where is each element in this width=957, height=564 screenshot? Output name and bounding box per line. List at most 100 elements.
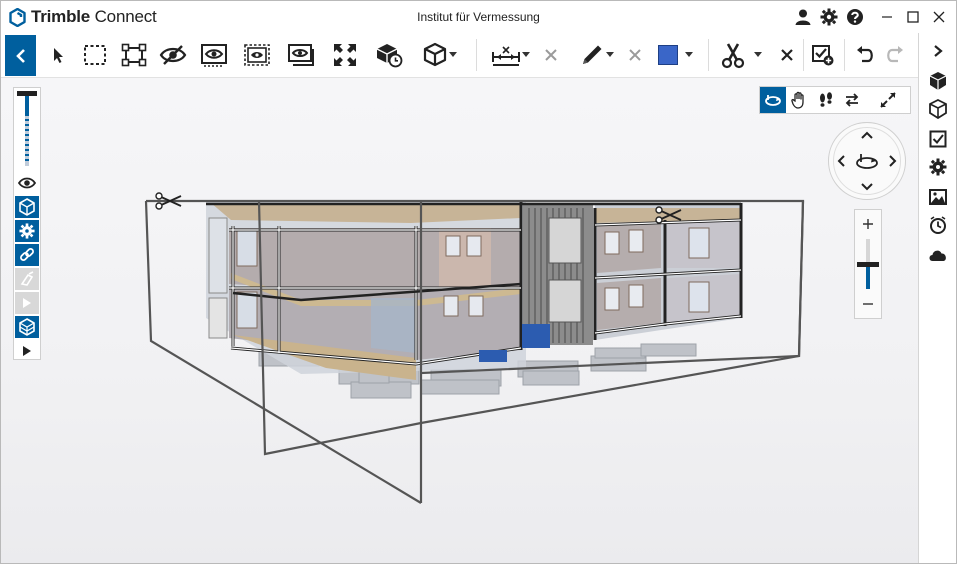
layers-3d-button[interactable] xyxy=(15,316,39,338)
expand-arrows-icon xyxy=(334,44,356,66)
eye-dashed-box-icon xyxy=(244,44,270,66)
left-tool-palette xyxy=(13,87,41,360)
checklist-add-icon xyxy=(812,45,834,66)
fullscreen-icon xyxy=(879,92,896,108)
clear-clip-button[interactable] xyxy=(777,39,797,71)
orbit-down-button[interactable] xyxy=(858,178,876,196)
undo-button[interactable] xyxy=(851,39,879,71)
orientation-button[interactable] xyxy=(373,39,405,71)
pan-mode-button[interactable] xyxy=(786,87,812,113)
minimize-icon[interactable] xyxy=(874,6,900,28)
models-button[interactable] xyxy=(923,95,953,123)
measure-icon xyxy=(492,46,520,66)
show-all-button[interactable] xyxy=(241,39,273,71)
eye-icon xyxy=(18,177,36,189)
select-button[interactable] xyxy=(46,39,70,71)
orbit-center-button[interactable] xyxy=(855,149,879,173)
clear-measure-button[interactable] xyxy=(541,39,561,71)
orbit-icon xyxy=(856,154,878,169)
swap-arrows-icon xyxy=(845,93,859,107)
save-view-button[interactable] xyxy=(808,39,838,71)
orbit-right-button[interactable] xyxy=(884,152,902,170)
zoom-slider-thumb[interactable] xyxy=(857,262,879,267)
object-properties-button[interactable] xyxy=(923,67,953,95)
collapse-left-button[interactable] xyxy=(5,35,36,76)
history-button[interactable] xyxy=(923,211,953,239)
3d-box-button[interactable] xyxy=(15,196,39,218)
paint-icon xyxy=(20,271,34,286)
zoom-out-button[interactable] xyxy=(856,293,880,315)
plus-icon xyxy=(863,219,873,229)
help-icon[interactable] xyxy=(842,6,868,28)
link-icon xyxy=(20,248,34,261)
visibility-toggle-button[interactable] xyxy=(15,172,39,194)
link-button[interactable] xyxy=(15,244,39,266)
close-icon[interactable] xyxy=(926,6,952,28)
view-cube-dropdown[interactable] xyxy=(417,39,463,71)
measure-dropdown[interactable] xyxy=(485,39,537,71)
orbit-icon xyxy=(765,95,782,106)
zoom-in-button[interactable] xyxy=(856,213,880,235)
walk-mode-button[interactable] xyxy=(813,87,839,113)
fit-selection-icon xyxy=(121,43,147,67)
eye-box-icon xyxy=(201,44,227,67)
orbit-navigation-pad[interactable] xyxy=(828,122,906,200)
expand-right-panel-button[interactable] xyxy=(923,37,953,65)
clip-dropdown[interactable] xyxy=(713,39,769,71)
fullscreen-button[interactable] xyxy=(865,87,910,113)
close-icon xyxy=(781,49,793,61)
clear-markup-button[interactable] xyxy=(625,39,645,71)
expand-palette-button[interactable] xyxy=(15,340,39,362)
markup-dropdown[interactable] xyxy=(571,39,623,71)
gear-icon xyxy=(929,158,947,176)
orbit-mode-button[interactable] xyxy=(760,87,787,113)
footprints-icon xyxy=(819,92,832,107)
todo-button[interactable] xyxy=(923,125,953,153)
isolate-button[interactable] xyxy=(198,39,230,71)
paint-tool-button xyxy=(15,268,39,290)
settings-panel-button[interactable] xyxy=(923,153,953,181)
redo-button[interactable] xyxy=(881,39,909,71)
chevron-down-icon xyxy=(521,39,531,71)
chevron-up-icon xyxy=(861,131,873,139)
minus-icon xyxy=(863,303,873,305)
eye-off-icon xyxy=(159,45,187,65)
zoom-track-fill xyxy=(866,265,870,289)
swap-mode-button[interactable] xyxy=(839,87,865,113)
chevron-left-icon xyxy=(837,155,845,167)
fit-selection-button[interactable] xyxy=(119,39,149,71)
chevron-right-icon xyxy=(934,45,943,57)
orbit-up-button[interactable] xyxy=(858,126,876,144)
settings-tool-button[interactable] xyxy=(15,220,39,242)
toolbar-separator xyxy=(476,39,477,71)
pen-icon xyxy=(583,45,602,64)
transparency-slider[interactable] xyxy=(17,91,37,171)
markup-color-dropdown[interactable] xyxy=(653,39,699,71)
toolbar-separator xyxy=(844,39,845,71)
box-select-button[interactable] xyxy=(81,39,109,71)
maximize-icon[interactable] xyxy=(900,6,926,28)
cloud-button[interactable] xyxy=(923,241,953,269)
building-model[interactable] xyxy=(1,78,918,563)
hide-button[interactable] xyxy=(157,39,189,71)
app-name: Trimble Connect xyxy=(31,7,157,26)
chevron-down-icon xyxy=(753,39,763,71)
color-swatch xyxy=(658,45,678,65)
main-toolbar xyxy=(1,33,956,78)
cube-outline-icon xyxy=(929,99,947,119)
checklist-icon xyxy=(929,130,947,148)
settings-icon[interactable] xyxy=(816,6,842,28)
chevron-down-icon xyxy=(684,39,694,71)
user-icon[interactable] xyxy=(790,6,816,28)
show-only-button[interactable] xyxy=(285,39,317,71)
chevron-down-icon xyxy=(861,183,873,191)
chevron-down-icon xyxy=(605,39,615,71)
cube-outline-icon xyxy=(19,198,35,216)
orbit-left-button[interactable] xyxy=(832,152,850,170)
3d-viewport[interactable] xyxy=(1,78,918,563)
fit-all-button[interactable] xyxy=(329,39,361,71)
trimble-logo-icon xyxy=(9,7,26,27)
snapshots-button[interactable] xyxy=(923,183,953,211)
image-icon xyxy=(929,189,947,205)
eye-stack-icon xyxy=(288,44,314,66)
